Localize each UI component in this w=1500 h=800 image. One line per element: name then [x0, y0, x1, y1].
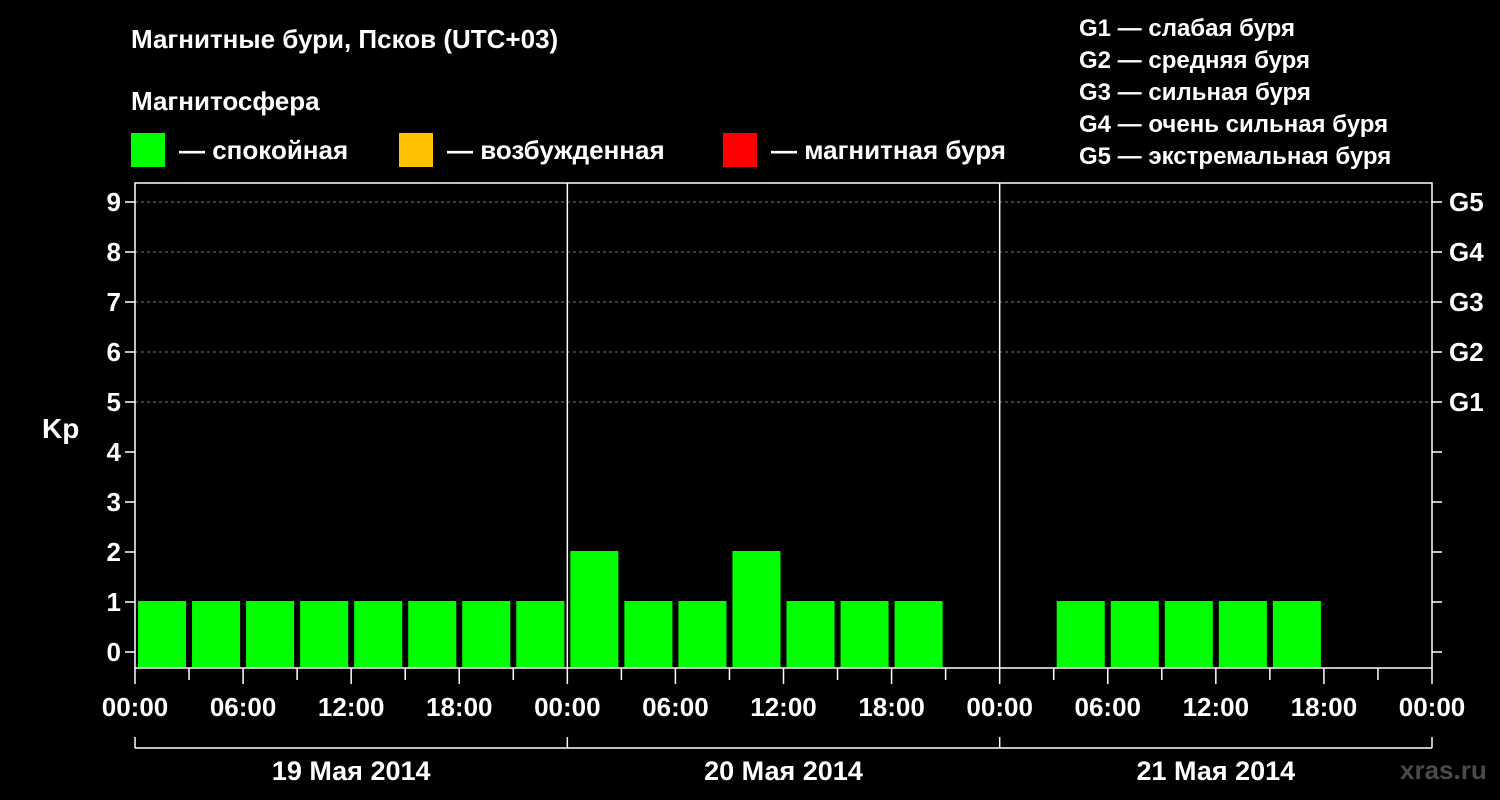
day-label-1: 20 Мая 2014	[704, 756, 863, 786]
y-tick-label-7: 7	[107, 287, 121, 317]
y-tick-label-5: 5	[107, 387, 121, 417]
x-tick-label-3: 18:00	[426, 692, 493, 722]
bar-5	[408, 601, 457, 668]
x-tick-label-4: 00:00	[534, 692, 601, 722]
y-axis-label: Kp	[42, 413, 79, 444]
bar-17	[1056, 601, 1105, 668]
y-tick-label-0: 0	[107, 637, 121, 667]
bar-9	[624, 601, 673, 668]
x-tick-label-12: 00:00	[1399, 692, 1466, 722]
bar-14	[894, 601, 943, 668]
bar-1	[192, 601, 241, 668]
bar-12	[786, 601, 835, 668]
y-tick-label-9: 9	[107, 187, 121, 217]
g-axis-label-g4: G4	[1449, 237, 1484, 267]
bar-21	[1272, 601, 1321, 668]
y-tick-label-6: 6	[107, 337, 121, 367]
plot-frame	[134, 182, 1433, 669]
x-tick-label-11: 18:00	[1291, 692, 1358, 722]
x-tick-label-7: 18:00	[858, 692, 925, 722]
y-tick-label-1: 1	[107, 587, 121, 617]
bar-0	[138, 601, 187, 668]
x-tick-label-8: 00:00	[966, 692, 1033, 722]
x-tick-label-1: 06:00	[210, 692, 277, 722]
bar-13	[840, 601, 889, 668]
y-tick-label-4: 4	[107, 437, 122, 467]
bar-6	[462, 601, 511, 668]
x-tick-label-9: 06:00	[1075, 692, 1142, 722]
x-tick-label-0: 00:00	[102, 692, 169, 722]
bar-2	[246, 601, 295, 668]
g-axis-label-g2: G2	[1449, 337, 1484, 367]
g-axis-label-g5: G5	[1449, 187, 1484, 217]
g-axis-label-g3: G3	[1449, 287, 1484, 317]
watermark: xras.ru	[1400, 755, 1487, 785]
bar-4	[354, 601, 403, 668]
x-tick-label-5: 06:00	[642, 692, 709, 722]
bar-8	[570, 551, 619, 668]
x-tick-label-2: 12:00	[318, 692, 385, 722]
bar-3	[300, 601, 349, 668]
bar-19	[1164, 601, 1213, 668]
y-tick-label-3: 3	[107, 487, 121, 517]
bar-7	[516, 601, 565, 668]
kp-chart: 0 1 2 3 4 5 6 7 8 9 G1 G2 G3 G4 G5 Kp 00:00 06:00 12:00 18:…	[42, 182, 1484, 786]
day-label-2: 21 Мая 2014	[1136, 756, 1295, 786]
bar-20	[1218, 601, 1267, 668]
bar-11	[732, 551, 781, 668]
y-tick-label-8: 8	[107, 237, 121, 267]
g-axis-label-g1: G1	[1449, 387, 1484, 417]
x-tick-label-10: 12:00	[1183, 692, 1250, 722]
y-tick-label-2: 2	[107, 537, 121, 567]
bar-18	[1110, 601, 1159, 668]
day-label-0: 19 Мая 2014	[272, 756, 431, 786]
x-tick-label-6: 12:00	[750, 692, 817, 722]
bar-10	[678, 601, 727, 668]
